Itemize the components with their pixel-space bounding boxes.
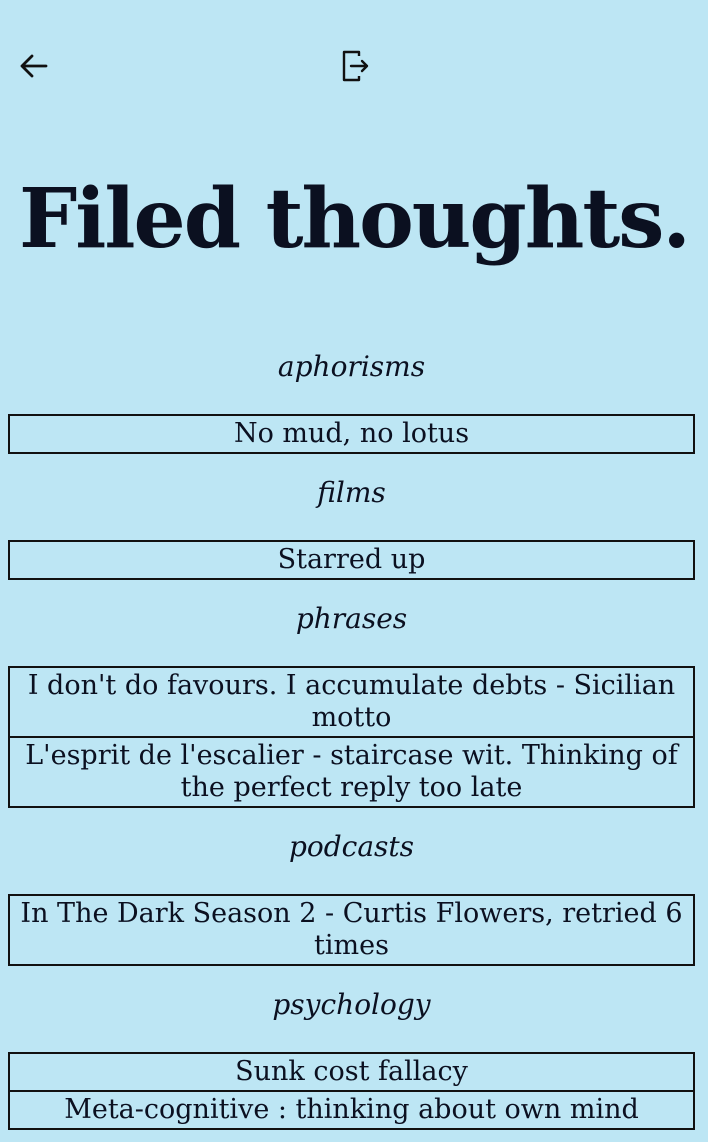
category-section-podcasts: podcasts In The Dark Season 2 - Curtis F… [8, 820, 695, 966]
thought-item[interactable]: Starred up [10, 542, 693, 578]
page-title: Filed thoughts. [19, 171, 691, 267]
category-section-psychology: psychology Sunk cost fallacy Meta-cognit… [8, 978, 695, 1130]
category-heading: films [317, 476, 386, 509]
thought-item[interactable]: L'esprit de l'escalier - staircase wit. … [10, 738, 693, 806]
thought-item[interactable]: I don't do favours. I accumulate debts -… [10, 668, 693, 738]
logout-button[interactable] [326, 38, 382, 94]
thought-item[interactable]: Sunk cost fallacy [10, 1054, 693, 1092]
category-heading: phrases [295, 602, 408, 635]
category-section-phrases: phrases I don't do favours. I accumulate… [8, 592, 695, 808]
category-heading: psychology [272, 988, 431, 1021]
category-entries: In The Dark Season 2 - Curtis Flowers, r… [8, 894, 695, 966]
thought-item[interactable]: In The Dark Season 2 - Curtis Flowers, r… [10, 896, 693, 964]
category-entries: I don't do favours. I accumulate debts -… [8, 666, 695, 808]
top-bar [0, 0, 708, 130]
category-heading: podcasts [288, 830, 415, 863]
category-entries: No mud, no lotus [8, 414, 695, 454]
logout-icon [342, 50, 369, 82]
thought-item[interactable]: Meta-cognitive : thinking about own mind [10, 1092, 693, 1128]
arrow-left-icon [20, 54, 48, 78]
category-entries: Starred up [8, 540, 695, 580]
thought-item[interactable]: No mud, no lotus [10, 416, 693, 452]
category-entries: Sunk cost fallacy Meta-cognitive : think… [8, 1052, 695, 1130]
back-button[interactable] [6, 38, 62, 94]
category-heading: aphorisms [277, 350, 426, 383]
category-section-films: films Starred up [8, 466, 695, 580]
category-section-aphorisms: aphorisms No mud, no lotus [8, 340, 695, 454]
filed-thoughts-list: aphorisms No mud, no lotus films Starred… [8, 340, 695, 1142]
